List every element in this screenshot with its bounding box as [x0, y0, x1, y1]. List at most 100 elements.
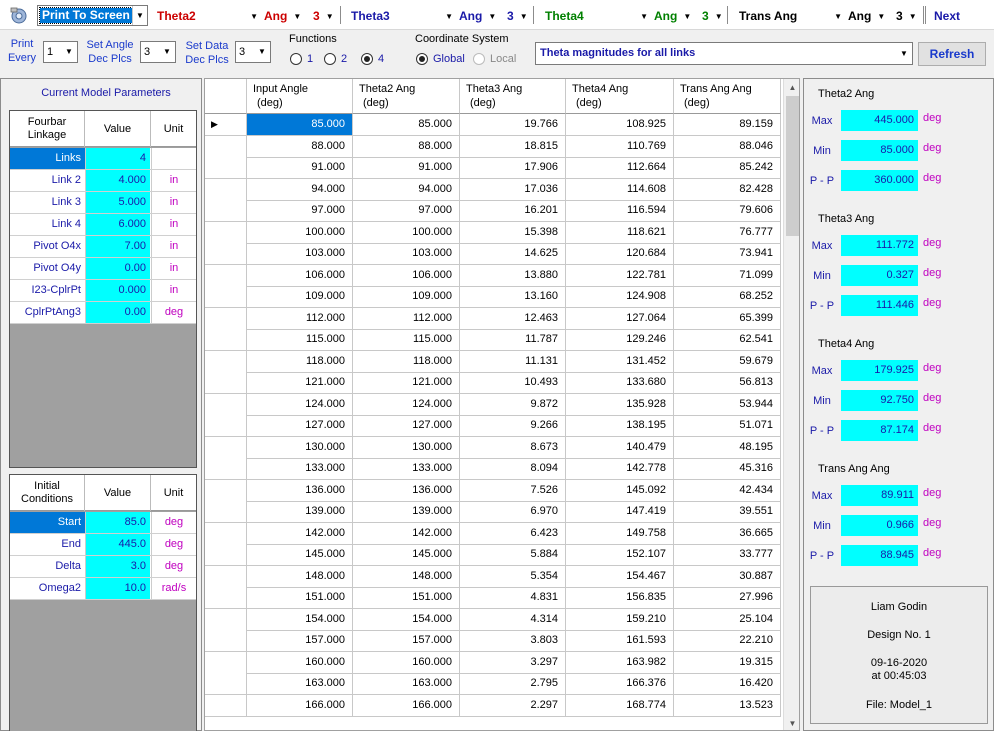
table-row[interactable]: 118.000 118.000 11.131 131.452 59.679 — [205, 350, 785, 373]
table-cell[interactable]: 131.452 — [566, 350, 674, 373]
table-cell[interactable]: 7.526 — [460, 479, 566, 502]
next-button[interactable]: Next — [934, 6, 960, 26]
parameter-value[interactable]: 85.0 — [85, 512, 150, 533]
table-cell[interactable]: 76.777 — [674, 221, 781, 244]
row-header[interactable] — [205, 501, 247, 523]
table-row[interactable]: 160.000 160.000 3.297 163.982 19.315 — [205, 651, 785, 674]
table-cell[interactable]: 124.908 — [566, 286, 674, 308]
parameter-row[interactable]: Link 4 6.000 in — [10, 214, 196, 236]
scroll-up-icon[interactable]: ▲ — [784, 79, 799, 96]
table-cell[interactable]: 138.195 — [566, 415, 674, 437]
table-cell[interactable]: 9.872 — [460, 393, 566, 416]
table-cell[interactable]: 130.000 — [353, 436, 460, 459]
table-cell[interactable]: 25.104 — [674, 608, 781, 631]
table-cell[interactable]: 124.000 — [247, 393, 353, 416]
table-cell[interactable]: 118.000 — [247, 350, 353, 373]
table-cell[interactable]: 110.769 — [566, 135, 674, 158]
table-row[interactable]: 109.000 109.000 13.160 124.908 68.252 — [205, 286, 785, 308]
table-cell[interactable]: 160.000 — [247, 651, 353, 674]
row-header[interactable] — [205, 286, 247, 308]
table-cell[interactable]: 154.467 — [566, 565, 674, 588]
table-cell[interactable]: 100.000 — [247, 221, 353, 244]
table-cell[interactable]: 109.000 — [353, 286, 460, 308]
table-cell[interactable]: 145.000 — [353, 544, 460, 566]
display-mode-select[interactable]: Theta magnitudes for all links ▼ — [535, 42, 913, 65]
table-cell[interactable]: 145.000 — [247, 544, 353, 566]
table-row[interactable]: 145.000 145.000 5.884 152.107 33.777 — [205, 544, 785, 566]
table-cell[interactable]: 142.778 — [566, 458, 674, 480]
table-cell[interactable]: 108.925 — [566, 114, 674, 136]
global-radio[interactable] — [416, 53, 428, 65]
table-cell[interactable]: 15.398 — [460, 221, 566, 244]
toolbar-decimals-select[interactable]: 3 ▼ — [896, 6, 917, 26]
table-cell[interactable]: 121.000 — [247, 372, 353, 394]
parameter-value[interactable]: 0.00 — [85, 258, 150, 279]
row-header[interactable] — [205, 415, 247, 437]
table-cell[interactable]: 53.944 — [674, 393, 781, 416]
parameter-row[interactable]: End 445.0 deg — [10, 534, 196, 556]
parameter-row[interactable]: Start 85.0 deg — [10, 512, 196, 534]
table-cell[interactable]: 11.131 — [460, 350, 566, 373]
table-cell[interactable]: 103.000 — [247, 243, 353, 265]
table-cell[interactable]: 166.376 — [566, 673, 674, 695]
table-cell[interactable]: 139.000 — [247, 501, 353, 523]
row-header[interactable] — [205, 436, 247, 459]
table-cell[interactable]: 130.000 — [247, 436, 353, 459]
table-cell[interactable]: 4.831 — [460, 587, 566, 609]
table-cell[interactable]: 12.463 — [460, 307, 566, 330]
toolbar-decimals-select[interactable]: 3 ▼ — [507, 6, 528, 26]
print-mode-select[interactable]: Print To Screen ▼ — [37, 5, 148, 26]
table-cell[interactable]: 166.000 — [353, 694, 460, 717]
toolbar-kind-select[interactable]: Ang ▼ — [264, 6, 301, 26]
table-cell[interactable]: 5.354 — [460, 565, 566, 588]
table-cell[interactable]: 148.000 — [247, 565, 353, 588]
table-cell[interactable]: 127.000 — [353, 415, 460, 437]
row-header[interactable] — [205, 673, 247, 695]
table-cell[interactable]: 133.000 — [247, 458, 353, 480]
table-row[interactable]: 163.000 163.000 2.795 166.376 16.420 — [205, 673, 785, 695]
parameter-row[interactable]: Link 2 4.000 in — [10, 170, 196, 192]
toolbar-kind-select[interactable]: Ang ▼ — [654, 6, 691, 26]
table-cell[interactable]: 73.941 — [674, 243, 781, 265]
scroll-down-icon[interactable]: ▼ — [784, 715, 799, 730]
row-header[interactable] — [205, 307, 247, 330]
parameter-row[interactable]: Delta 3.0 deg — [10, 556, 196, 578]
parameter-row[interactable]: Omega2 10.0 rad/s — [10, 578, 196, 600]
table-cell[interactable]: 118.621 — [566, 221, 674, 244]
table-row[interactable]: 136.000 136.000 7.526 145.092 42.434 — [205, 479, 785, 502]
parameter-row[interactable]: Link 3 5.000 in — [10, 192, 196, 214]
table-cell[interactable]: 163.000 — [247, 673, 353, 695]
table-cell[interactable]: 39.551 — [674, 501, 781, 523]
table-row[interactable]: 154.000 154.000 4.314 159.210 25.104 — [205, 608, 785, 631]
parameter-row[interactable]: CplrPtAng3 0.00 deg — [10, 302, 196, 324]
table-cell[interactable]: 19.315 — [674, 651, 781, 674]
row-header[interactable] — [205, 135, 247, 158]
parameter-value[interactable]: 3.0 — [85, 556, 150, 577]
table-cell[interactable]: 151.000 — [247, 587, 353, 609]
table-cell[interactable]: 13.160 — [460, 286, 566, 308]
table-cell[interactable]: 48.195 — [674, 436, 781, 459]
table-row[interactable]: 112.000 112.000 12.463 127.064 65.399 — [205, 307, 785, 330]
table-row[interactable]: 85.00085.00019.766108.92589.159 — [205, 114, 785, 136]
table-cell[interactable]: 8.094 — [460, 458, 566, 480]
table-cell[interactable]: 112.664 — [566, 157, 674, 179]
table-cell[interactable]: 97.000 — [353, 200, 460, 222]
table-row[interactable]: 139.000 139.000 6.970 147.419 39.551 — [205, 501, 785, 523]
table-cell[interactable]: 88.000 — [247, 135, 353, 158]
table-row[interactable]: 124.000 124.000 9.872 135.928 53.944 — [205, 393, 785, 416]
table-cell[interactable]: 115.000 — [247, 329, 353, 351]
table-cell[interactable]: 3.297 — [460, 651, 566, 674]
table-cell[interactable]: 133.680 — [566, 372, 674, 394]
table-cell[interactable]: 27.996 — [674, 587, 781, 609]
table-row[interactable]: 157.000 157.000 3.803 161.593 22.210 — [205, 630, 785, 652]
app-logo-icon[interactable] — [9, 5, 29, 25]
table-cell[interactable]: 140.479 — [566, 436, 674, 459]
toolbar-decimals-select[interactable]: 3 ▼ — [313, 6, 334, 26]
table-cell[interactable]: 161.593 — [566, 630, 674, 652]
table-cell[interactable]: 18.815 — [460, 135, 566, 158]
table-cell[interactable]: 45.316 — [674, 458, 781, 480]
scroll-thumb[interactable] — [786, 96, 799, 236]
table-cell[interactable]: 13.880 — [460, 264, 566, 287]
parameter-value[interactable]: 4.000 — [85, 170, 150, 191]
vertical-scrollbar[interactable]: ▲ ▼ — [783, 79, 799, 730]
